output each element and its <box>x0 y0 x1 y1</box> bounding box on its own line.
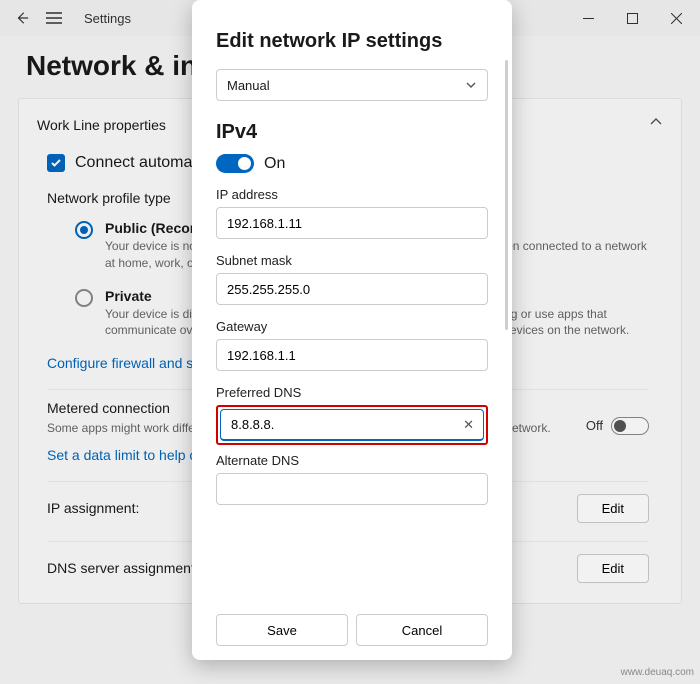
edit-ip-modal: Edit network IP settings Manual IPv4 On … <box>192 0 512 660</box>
gateway-label: Gateway <box>216 319 488 334</box>
clear-icon[interactable]: ✕ <box>463 417 474 433</box>
gateway-input[interactable] <box>216 339 488 371</box>
cancel-button[interactable]: Cancel <box>356 614 488 646</box>
subnet-input[interactable] <box>216 273 488 305</box>
ipv4-heading: IPv4 <box>216 121 488 144</box>
preferred-dns-input[interactable] <box>220 409 484 441</box>
mode-select[interactable]: Manual <box>216 69 488 101</box>
preferred-dns-highlight: ✕ <box>216 405 488 445</box>
preferred-dns-label: Preferred DNS <box>216 385 488 400</box>
ipv4-on-label: On <box>264 155 285 173</box>
ip-address-label: IP address <box>216 187 488 202</box>
alternate-dns-label: Alternate DNS <box>216 453 488 468</box>
modal-title: Edit network IP settings <box>216 30 488 53</box>
subnet-label: Subnet mask <box>216 253 488 268</box>
scrollbar[interactable] <box>505 60 508 330</box>
ip-address-input[interactable] <box>216 207 488 239</box>
alternate-dns-input[interactable] <box>216 473 488 505</box>
watermark: www.deuaq.com <box>621 667 694 678</box>
save-button[interactable]: Save <box>216 614 348 646</box>
ipv4-toggle[interactable] <box>216 154 254 173</box>
chevron-down-icon <box>465 79 477 91</box>
mode-value: Manual <box>227 78 270 93</box>
